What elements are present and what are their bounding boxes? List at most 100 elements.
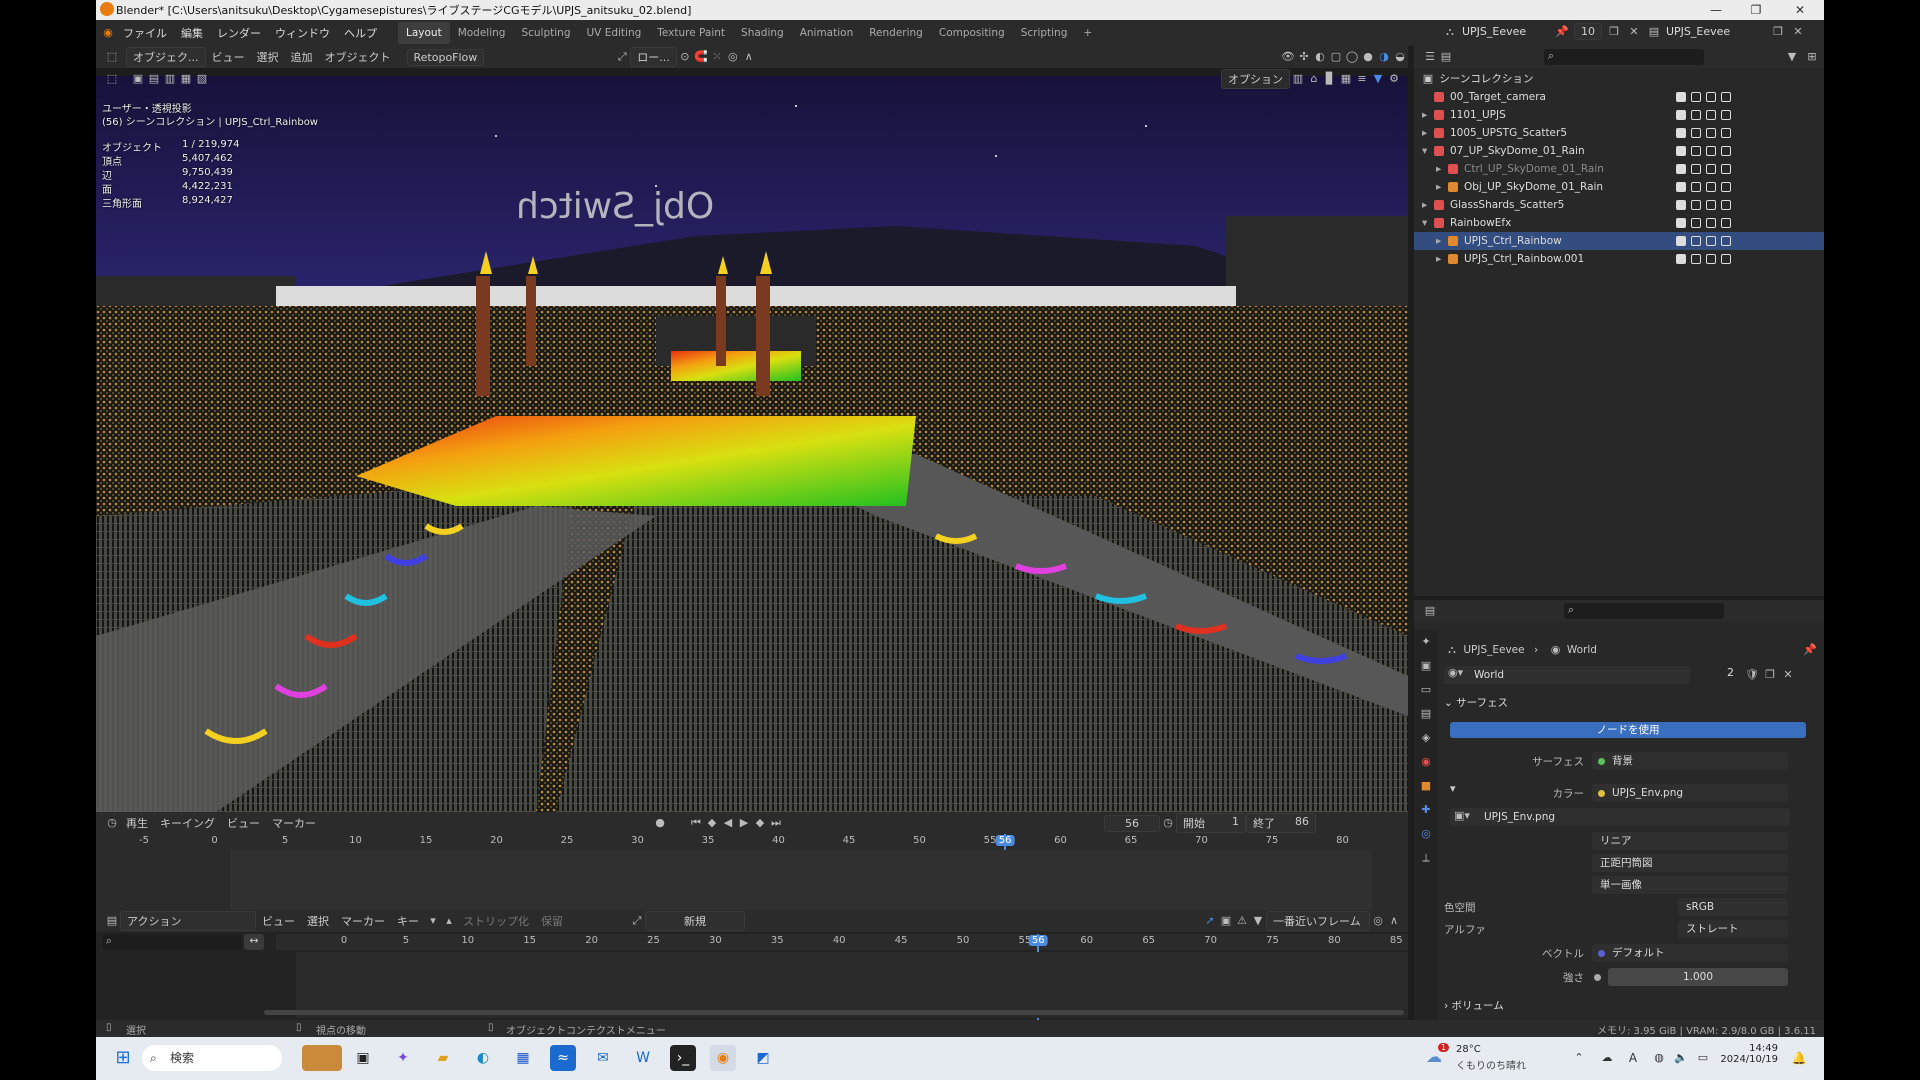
snap-target-icon[interactable]: ⁙ <box>709 49 725 65</box>
outliner-row[interactable]: ▸ 1005_UPSTG_Scatter5 <box>1414 124 1824 142</box>
scene-name[interactable]: UPJS_Eevee <box>1462 25 1550 38</box>
surface-shader-field[interactable]: 背景 <box>1592 752 1788 770</box>
terminal-icon[interactable]: ›_ <box>670 1045 696 1071</box>
fake-user-icon[interactable]: 🛡 <box>1744 667 1760 683</box>
tab-rendering[interactable]: Rendering <box>861 22 931 44</box>
select-toggle-icon[interactable] <box>1691 218 1701 228</box>
start-frame-field[interactable]: 開始 1 <box>1176 813 1246 833</box>
jump-start-icon[interactable]: ⏮ <box>688 815 704 831</box>
outliner-editor-icon[interactable]: ☰ <box>1422 49 1438 65</box>
select-toggle-icon[interactable] <box>1691 92 1701 102</box>
render-toggle-icon[interactable] <box>1721 236 1731 246</box>
object-tab-icon[interactable]: ■ <box>1418 778 1434 794</box>
expand-arrow-icon[interactable]: ▸ <box>1436 178 1441 196</box>
exclude-checkbox[interactable] <box>1676 92 1686 102</box>
action-editor[interactable]: ▤ アクション ビュー 選択 マーカー キー ▾ ▴ ストリップ化 保留 ⤢ 新… <box>96 910 1408 1022</box>
action-filter-icon[interactable]: ▼ <box>1250 913 1266 929</box>
viewport-toggle-icon[interactable] <box>1706 200 1716 210</box>
action-menu-select[interactable]: 選択 <box>301 913 335 929</box>
outliner-row[interactable]: ▸ Ctrl_UP_SkyDome_01_Rain <box>1414 160 1824 178</box>
outliner-root[interactable]: ▣ シーンコレクション <box>1414 70 1824 88</box>
viewport-toggle-icon[interactable] <box>1706 128 1716 138</box>
push-down-icon[interactable]: ▴ <box>441 913 457 929</box>
push-up-icon[interactable]: ▾ <box>425 913 441 929</box>
properties-editor-icon[interactable]: ▤ <box>1422 603 1438 619</box>
action-scrollbar[interactable] <box>264 1010 1404 1015</box>
tab-animation[interactable]: Animation <box>792 22 862 44</box>
select-toggle-icon[interactable] <box>1691 164 1701 174</box>
jump-keyframe-back-icon[interactable]: ◆ <box>704 815 720 831</box>
tab-layout[interactable]: Layout <box>398 22 450 44</box>
outliner-row[interactable]: ▸ Obj_UP_SkyDome_01_Rain <box>1414 178 1824 196</box>
strength-slider[interactable]: 1.000 <box>1608 968 1788 986</box>
select-mode-subtract-icon[interactable]: ▥ <box>162 71 178 87</box>
action-menu-key[interactable]: キー <box>391 913 425 929</box>
snap-mode-dropdown[interactable]: 一番近いフレーム <box>1266 911 1370 931</box>
display-mode-icon[interactable]: ▤ <box>1438 49 1454 65</box>
viewport-menu-select[interactable]: 選択 <box>251 49 285 65</box>
viewport-toggle-icon[interactable] <box>1706 182 1716 192</box>
timeline-menu-keying[interactable]: キーイング <box>154 815 221 831</box>
tab-scripting[interactable]: Scripting <box>1013 22 1076 44</box>
render-toggle-icon[interactable] <box>1721 218 1731 228</box>
stash-button[interactable]: ストリップ化 <box>457 913 535 929</box>
visibility-icon[interactable]: 👁 <box>1280 49 1296 65</box>
file-explorer-icon[interactable]: ▰ <box>430 1045 456 1071</box>
timeline-menu-marker[interactable]: マーカー <box>266 815 322 831</box>
shading-render-icon[interactable]: ◒ <box>1392 49 1408 65</box>
blender-menu-icon[interactable]: ◉ <box>100 25 116 41</box>
expand-arrow-icon[interactable]: ▸ <box>1422 196 1427 214</box>
outliner-row[interactable]: ▸ 1101_UPJS <box>1414 106 1824 124</box>
world-selector[interactable]: World <box>1444 666 1690 684</box>
proportional-edit-icon[interactable]: ◎ <box>725 49 741 65</box>
grid-icon[interactable]: ▦ <box>1338 71 1354 87</box>
viewport-menu-object[interactable]: オブジェクト <box>319 49 397 65</box>
dopesheet-editor-icon[interactable]: ▤ <box>104 913 120 929</box>
battery-icon[interactable]: ▭ <box>1690 1045 1716 1071</box>
select-toggle-icon[interactable] <box>1691 182 1701 192</box>
playhead-frame-label[interactable]: 56 <box>1028 935 1048 946</box>
exclude-checkbox[interactable] <box>1676 164 1686 174</box>
show-hidden-icon[interactable]: ▣ <box>1218 913 1234 929</box>
restore-button[interactable]: ❐ <box>1736 0 1776 20</box>
menu-file[interactable]: ファイル <box>116 25 174 41</box>
exclude-checkbox[interactable] <box>1676 182 1686 192</box>
exclude-checkbox[interactable] <box>1676 218 1686 228</box>
app-icon-blue[interactable]: ≈ <box>550 1045 576 1071</box>
select-toggle-icon[interactable] <box>1691 110 1701 120</box>
select-tool-icon[interactable]: ⬚ <box>104 71 120 87</box>
viewport-toggle-icon[interactable] <box>1706 164 1716 174</box>
swap-icon[interactable]: ↔ <box>244 934 264 950</box>
tray-chevron-icon[interactable]: ⌃ <box>1566 1045 1592 1071</box>
tab-modeling[interactable]: Modeling <box>450 22 514 44</box>
world-browse-icon[interactable]: ◉▾ <box>1448 666 1463 679</box>
tool-tab-icon[interactable]: ✦ <box>1418 634 1434 650</box>
exclude-checkbox[interactable] <box>1676 254 1686 264</box>
select-mode-new-icon[interactable]: ▣ <box>130 71 146 87</box>
falloff-icon[interactable]: ∧ <box>741 49 757 65</box>
colorspace-dropdown[interactable]: sRGB <box>1678 898 1788 916</box>
scene-icon[interactable]: ⛬ <box>1442 24 1458 40</box>
mode-dropdown[interactable]: オブジェク... <box>126 47 206 67</box>
outliner-filter-icon[interactable]: ▼ <box>1784 49 1800 65</box>
output-tab-icon[interactable]: ▭ <box>1418 682 1434 698</box>
tab-uv-editing[interactable]: UV Editing <box>579 22 650 44</box>
outliner-row[interactable]: ▸ UPJS_Ctrl_Rainbow <box>1414 232 1824 250</box>
copy-scene-icon[interactable]: ❐ <box>1606 24 1622 40</box>
timeline-editor[interactable]: ◷ 再生 キーイング ビュー マーカー ● ⏮ ◆ ◀ ▶ ◆ ⏭ 56 ◷ 開… <box>96 812 1408 912</box>
channel-search-input[interactable]: ⌕ <box>102 934 242 950</box>
taskbar-search-box[interactable]: ⌕ 検索 <box>142 1045 282 1071</box>
overlay-icon[interactable]: ◐ <box>1312 49 1328 65</box>
timeline-ruler[interactable]: -5 0 5 10 15 20 25 30 35 40 45 50 55 60 65 70 75 80 56 <box>96 834 1408 910</box>
falloff-curve-icon[interactable]: ∧ <box>1386 913 1402 929</box>
menu-edit[interactable]: 編集 <box>174 25 210 41</box>
viewport-toggle-icon[interactable] <box>1706 110 1716 120</box>
taskbar-widget-icon[interactable] <box>302 1045 342 1071</box>
modifier-tab-icon[interactable]: ✚ <box>1418 802 1434 818</box>
add-workspace-button[interactable]: + <box>1075 22 1100 44</box>
timeline-menu-view[interactable]: ビュー <box>221 815 266 831</box>
list-icon[interactable]: ≡ <box>1354 71 1370 87</box>
exclude-checkbox[interactable] <box>1676 146 1686 156</box>
action-browse-icon[interactable]: ⤢ <box>629 913 645 929</box>
record-icon[interactable]: ● <box>652 815 668 831</box>
